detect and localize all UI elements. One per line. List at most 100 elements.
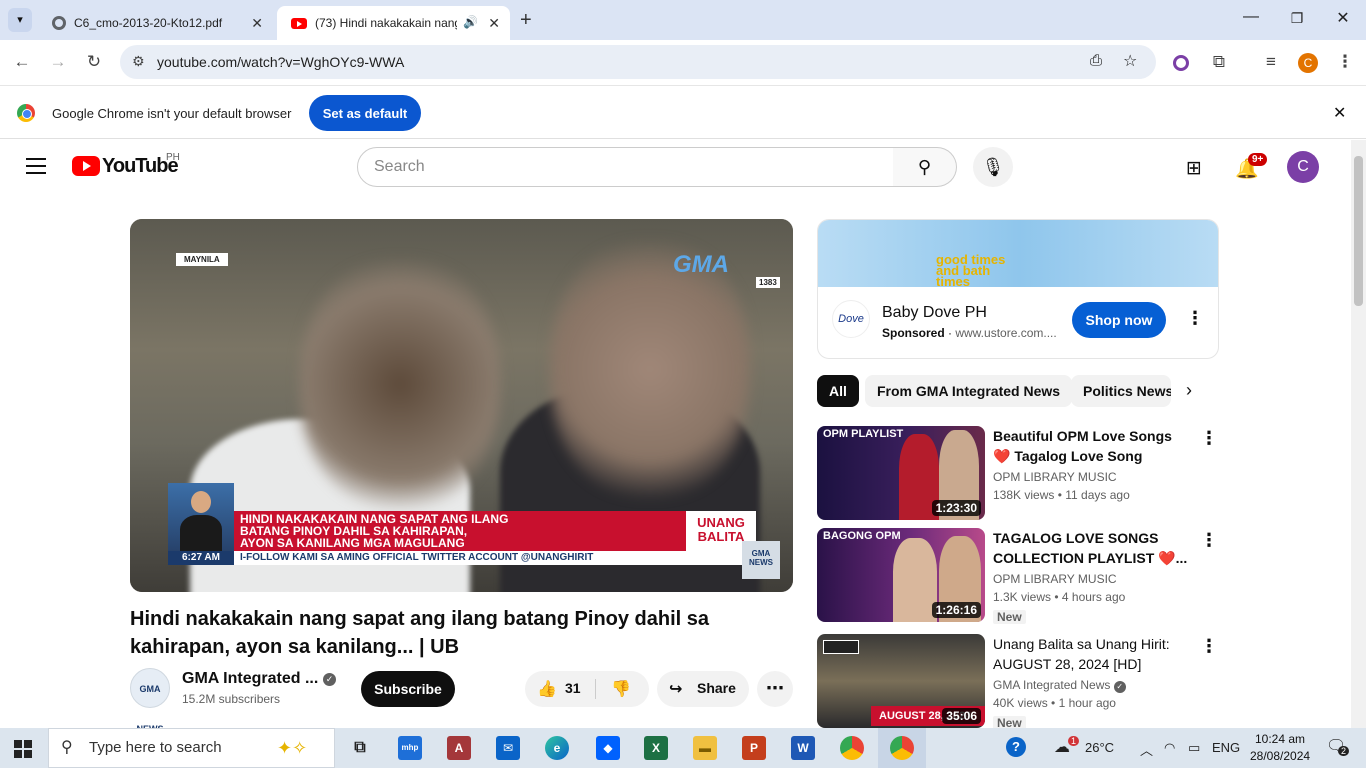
like-dislike-group: 👍 31 👎: [525, 671, 649, 707]
account-avatar[interactable]: C: [1287, 151, 1319, 183]
system-clock[interactable]: 10:24 am 28/08/2024: [1250, 731, 1310, 765]
like-count: 31: [565, 680, 581, 696]
help-icon[interactable]: ?: [1006, 737, 1026, 757]
sponsored-ad[interactable]: good times and bath times Dove Baby Dove…: [817, 219, 1219, 359]
powerpoint-icon[interactable]: P: [742, 736, 766, 760]
search-button[interactable]: ⚲: [893, 147, 957, 187]
video-thumbnail[interactable]: OPM PLAYLIST 1:23:30: [817, 426, 985, 520]
edge-icon[interactable]: e: [545, 736, 569, 760]
search-input[interactable]: Search: [357, 147, 894, 187]
suggested-channel[interactable]: OPM LIBRARY MUSIC: [993, 572, 1117, 586]
new-tab-button[interactable]: +: [520, 9, 532, 32]
chrome-icon-active[interactable]: [890, 736, 914, 760]
video-more-icon[interactable]: ⋮: [1200, 428, 1218, 449]
chrome-logo-icon: [17, 104, 35, 122]
suggested-video[interactable]: BAGONG OPM 1:26:16 TAGALOG LOVE SONGS CO…: [817, 528, 1218, 624]
ad-more-icon[interactable]: ⋮: [1186, 308, 1204, 329]
forward-button[interactable]: →: [46, 52, 70, 72]
app-icon-mhp[interactable]: mhp: [398, 736, 422, 760]
mail-icon[interactable]: ✉: [496, 736, 520, 760]
chrome-menu-icon[interactable]: ⋮: [1333, 52, 1357, 72]
view-count: 1.3K views: [993, 590, 1052, 604]
battery-icon[interactable]: ▭: [1188, 740, 1200, 756]
close-infobar-icon[interactable]: ✕: [1333, 103, 1346, 123]
chip-all[interactable]: All: [817, 375, 859, 407]
set-as-default-button[interactable]: Set as default: [309, 95, 421, 131]
extension-circle-icon[interactable]: [1173, 55, 1189, 71]
show-hidden-icons[interactable]: ︿: [1140, 740, 1153, 759]
suggested-title[interactable]: Beautiful OPM Love Songs ❤️ Tagalog Love…: [993, 426, 1193, 466]
video-thumbnail[interactable]: BAGONG OPM 1:26:16: [817, 528, 985, 622]
ad-banner[interactable]: good times and bath times: [818, 220, 1218, 288]
dropbox-icon[interactable]: ◆: [596, 736, 620, 760]
extensions-puzzle-icon[interactable]: ⧉: [1207, 52, 1231, 72]
file-explorer-icon[interactable]: ▬: [693, 736, 717, 760]
youtube-logo-icon[interactable]: [72, 156, 100, 176]
tab-pdf[interactable]: C6_cmo-2013-20-Kto12.pdf ✕: [38, 6, 273, 40]
gma-watermark: GMA: [673, 251, 729, 278]
like-button[interactable]: 👍: [537, 679, 557, 699]
youtube-header: YouTube PH Search ⚲ 🎙 ⊞ 🔔 9+ C: [0, 140, 1350, 196]
install-app-icon[interactable]: ⎙: [1090, 52, 1102, 69]
media-controls-icon[interactable]: ≡: [1259, 52, 1283, 72]
close-tab-icon[interactable]: ✕: [488, 15, 500, 32]
site-info-icon[interactable]: ⚙: [132, 53, 145, 70]
suggested-title[interactable]: Unang Balita sa Unang Hirit: AUGUST 28, …: [993, 634, 1193, 674]
task-view-icon[interactable]: ⧉: [348, 736, 372, 760]
chrome-icon[interactable]: [840, 736, 864, 760]
start-button[interactable]: [14, 740, 32, 758]
video-player[interactable]: MAYNILA GMA 1383 HINDI NAKAKAKAIN NANG S…: [130, 219, 793, 592]
app-icon-access[interactable]: A: [447, 736, 471, 760]
advertiser-name[interactable]: Baby Dove PH: [882, 304, 987, 322]
tab-youtube[interactable]: (73) Hindi nakakakain nang 🔊 ✕: [277, 6, 510, 40]
subscribe-button[interactable]: Subscribe: [361, 671, 455, 707]
video-thumbnail[interactable]: AUGUST 28, 2024 35:06: [817, 634, 985, 728]
address-bar[interactable]: ⚙ youtube.com/watch?v=WghOYc9-WWA ⎙ ☆: [120, 45, 1156, 79]
restore-button[interactable]: ❐: [1282, 10, 1312, 27]
back-button[interactable]: ←: [10, 52, 34, 72]
voice-search-button[interactable]: 🎙: [973, 147, 1013, 187]
tab-search-button[interactable]: ▾: [8, 8, 32, 32]
suggested-channel[interactable]: OPM LIBRARY MUSIC: [993, 470, 1117, 484]
dislike-button[interactable]: 👎: [611, 679, 631, 699]
wifi-icon[interactable]: ◠: [1164, 740, 1175, 756]
shop-now-button[interactable]: Shop now: [1072, 302, 1166, 338]
chip-from-gma[interactable]: From GMA Integrated News: [865, 375, 1073, 407]
reload-button[interactable]: ↻: [82, 52, 106, 72]
bookmark-star-icon[interactable]: ☆: [1123, 51, 1137, 71]
suggested-title[interactable]: TAGALOG LOVE SONGS COLLECTION PLAYLIST ❤…: [993, 528, 1193, 568]
share-button[interactable]: ↪ Share: [657, 671, 749, 707]
suggested-channel[interactable]: GMA Integrated News ✓: [993, 678, 1126, 693]
menu-icon[interactable]: [26, 158, 46, 174]
close-tab-icon[interactable]: ✕: [251, 15, 263, 32]
sparkle-icon: ✦✧: [277, 738, 308, 758]
more-actions-button[interactable]: ⋯: [757, 671, 793, 707]
word-icon[interactable]: W: [791, 736, 815, 760]
taskbar-search[interactable]: ⚲ Type here to search ✦✧: [48, 728, 335, 768]
video-title: Hindi nakakakain nang sapat ang ilang ba…: [130, 608, 710, 658]
speaker-icon[interactable]: 🔊: [463, 15, 478, 29]
page-scrollbar[interactable]: [1351, 140, 1366, 728]
country-code: PH: [166, 152, 180, 163]
temperature[interactable]: 26°C: [1085, 740, 1114, 755]
suggested-video[interactable]: AUGUST 28, 2024 35:06 Unang Balita sa Un…: [817, 634, 1218, 730]
channel-avatar[interactable]: GMA NEWS: [130, 668, 170, 734]
create-video-icon[interactable]: ⊞: [1186, 157, 1202, 180]
chip-politics-news[interactable]: Politics News: [1071, 375, 1171, 407]
language-indicator[interactable]: ENG: [1212, 740, 1240, 755]
channel-name[interactable]: GMA Integrated ...: [182, 670, 318, 688]
suggested-video[interactable]: OPM PLAYLIST 1:23:30 Beautiful OPM Love …: [817, 426, 1218, 522]
clock-time: 10:24 am: [1255, 732, 1306, 746]
clock-date: 28/08/2024: [1250, 749, 1311, 763]
minimize-button[interactable]: —: [1236, 8, 1266, 26]
close-window-button[interactable]: ✕: [1328, 8, 1358, 28]
video-more-icon[interactable]: ⋮: [1200, 636, 1218, 657]
scrollbar-thumb[interactable]: [1354, 156, 1363, 306]
chips-next-icon[interactable]: ›: [1186, 380, 1192, 401]
profile-avatar[interactable]: C: [1298, 53, 1318, 73]
excel-icon[interactable]: X: [644, 736, 668, 760]
video-more-icon[interactable]: ⋮: [1200, 530, 1218, 551]
youtube-favicon-icon: [291, 17, 307, 29]
blurred-face-left: [300, 259, 500, 509]
ad-domain: www.ustore.com....: [955, 326, 1057, 340]
